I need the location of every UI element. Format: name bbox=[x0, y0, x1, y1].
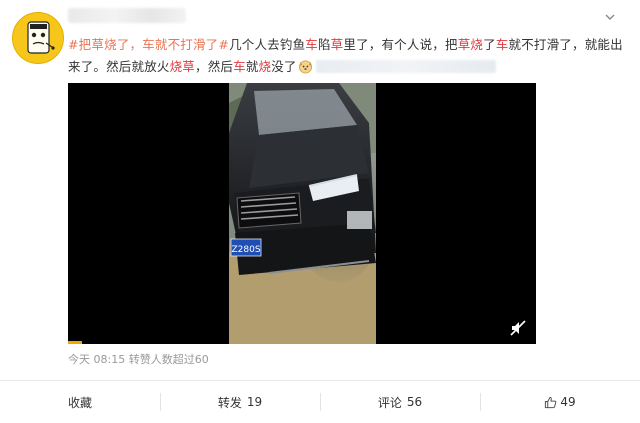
comment-button[interactable]: 评论 56 bbox=[320, 381, 480, 423]
dog-emoji-icon bbox=[298, 60, 312, 74]
text-segment: ，然后 bbox=[195, 59, 234, 74]
text-segment: 没了 bbox=[271, 59, 297, 74]
license-plate-text: Z280S bbox=[231, 245, 260, 255]
post-meta: 今天 08:15 转赞人数超过60 bbox=[68, 353, 209, 366]
username-blurred[interactable] bbox=[68, 8, 186, 23]
comment-label: 评论 bbox=[377, 395, 402, 410]
avatar[interactable] bbox=[12, 12, 64, 64]
post-text: #把草烧了，车就不打滑了#几个人去钓鱼车陷草里了，有个人说，把草烧了车就不打滑了… bbox=[68, 34, 628, 78]
topic-link[interactable]: #把草烧了，车就不打滑了# bbox=[68, 37, 229, 52]
repost-count: 19 bbox=[246, 395, 263, 409]
chevron-down-icon[interactable] bbox=[603, 10, 617, 24]
highlight-keyword: 车 bbox=[233, 59, 246, 74]
text-segment: 就 bbox=[245, 59, 259, 74]
text-segment: 了 bbox=[483, 37, 496, 52]
favorite-label: 收藏 bbox=[67, 395, 92, 410]
highlight-keyword: 烧 bbox=[258, 59, 272, 74]
like-count: 49 bbox=[560, 395, 576, 409]
like-button[interactable]: 49 bbox=[480, 381, 640, 423]
highlight-keyword: 烧草 bbox=[169, 59, 196, 74]
highlight-keyword: 车 bbox=[495, 37, 509, 52]
favorite-button[interactable]: 收藏 bbox=[0, 381, 160, 423]
text-segment: 陷 bbox=[317, 37, 331, 52]
repost-label: 转发 bbox=[217, 395, 242, 410]
mute-icon[interactable] bbox=[509, 319, 527, 337]
action-bar: 收藏 转发 19 评论 56 49 bbox=[0, 381, 640, 423]
comment-count: 56 bbox=[406, 395, 423, 409]
text-segment: 几个人去钓鱼 bbox=[229, 37, 306, 52]
video-frame: Z280S bbox=[229, 83, 376, 344]
repost-button[interactable]: 转发 19 bbox=[160, 381, 320, 423]
highlight-keyword: 车 bbox=[305, 37, 318, 52]
video-progress-indicator bbox=[68, 341, 82, 344]
highlight-keyword: 草烧 bbox=[457, 37, 484, 52]
link-blurred[interactable] bbox=[315, 60, 496, 73]
video-player[interactable]: Z280S bbox=[68, 83, 536, 344]
highlight-keyword: 草 bbox=[330, 37, 344, 52]
text-segment: 里了，有个人说，把 bbox=[343, 37, 458, 52]
thumbs-up-icon bbox=[545, 396, 557, 408]
